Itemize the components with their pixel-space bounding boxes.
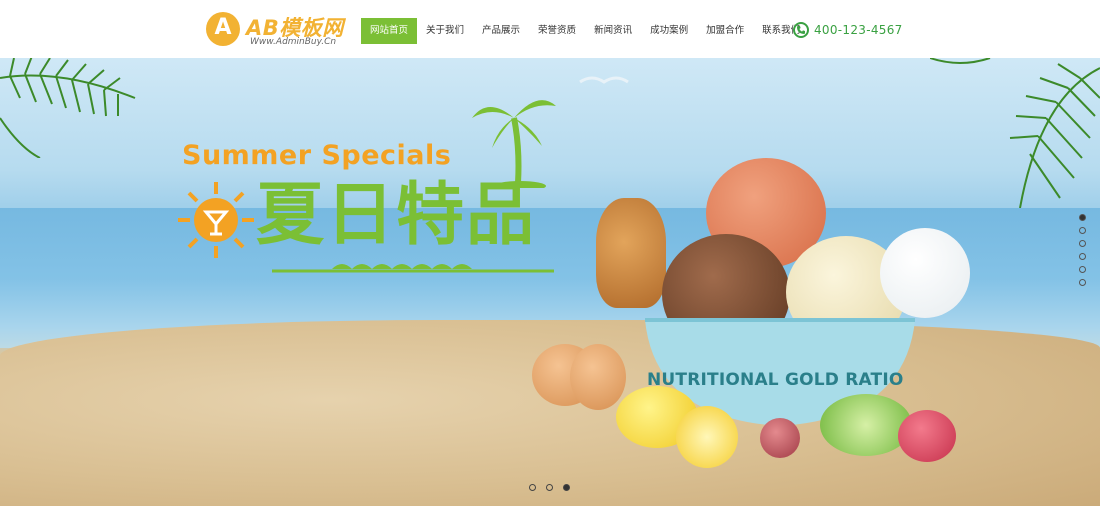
logo-subtitle: Www.AdminBuy.Cn: [250, 37, 337, 47]
palm-leaf-left-icon: [0, 58, 136, 158]
site-logo[interactable]: A AB模板网 Www.AdminBuy.Cn: [206, 12, 356, 48]
seagull-icon: [579, 76, 629, 84]
nav-item-about[interactable]: 关于我们: [417, 18, 473, 44]
nav-item-products[interactable]: 产品展示: [473, 18, 529, 44]
wave-decoration: [272, 264, 554, 273]
side-indicator-dot[interactable]: [1079, 266, 1086, 273]
nav-item-home[interactable]: 网站首页: [361, 18, 418, 44]
hero-banner: Summer Specials 夏日特品 NUTRITIONAL GOLD RA…: [0, 58, 1100, 506]
slide-indicators: [529, 484, 580, 491]
nav-item-franchise[interactable]: 加盟合作: [697, 18, 753, 44]
slide-indicator-dot[interactable]: [529, 484, 536, 491]
slide-indicator-dot[interactable]: [563, 484, 570, 491]
site-header: A AB模板网 Www.AdminBuy.Cn 网站首页 关于我们 产品展示 荣…: [0, 0, 1100, 58]
phone-contact: 400-123-4567: [793, 20, 903, 40]
logo-badge: A: [206, 12, 240, 46]
nav-item-honors[interactable]: 荣誉资质: [529, 18, 585, 44]
side-indicator-dot[interactable]: [1079, 214, 1086, 221]
tagline: NUTRITIONAL GOLD RATIO: [647, 370, 904, 390]
headline-english: Summer Specials: [182, 140, 452, 171]
palm-tree-icon: [472, 100, 556, 188]
side-indicator-dot[interactable]: [1079, 227, 1086, 234]
headline-chinese: 夏日特品: [256, 176, 537, 255]
palm-leaf-right-icon: [930, 58, 1100, 208]
main-nav: 网站首页 关于我们 产品展示 荣誉资质 新闻资讯 成功案例 加盟合作 联系我们: [361, 18, 809, 44]
side-slide-indicators: [1079, 214, 1086, 292]
side-indicator-dot[interactable]: [1079, 279, 1086, 286]
side-indicator-dot[interactable]: [1079, 253, 1086, 260]
slide-indicator-dot[interactable]: [546, 484, 553, 491]
phone-number: 400-123-4567: [814, 23, 903, 37]
side-indicator-dot[interactable]: [1079, 240, 1086, 247]
sun-drink-icon: [178, 182, 254, 258]
nav-item-cases[interactable]: 成功案例: [641, 18, 697, 44]
nav-item-news[interactable]: 新闻资讯: [585, 18, 641, 44]
phone-icon: [793, 22, 809, 38]
